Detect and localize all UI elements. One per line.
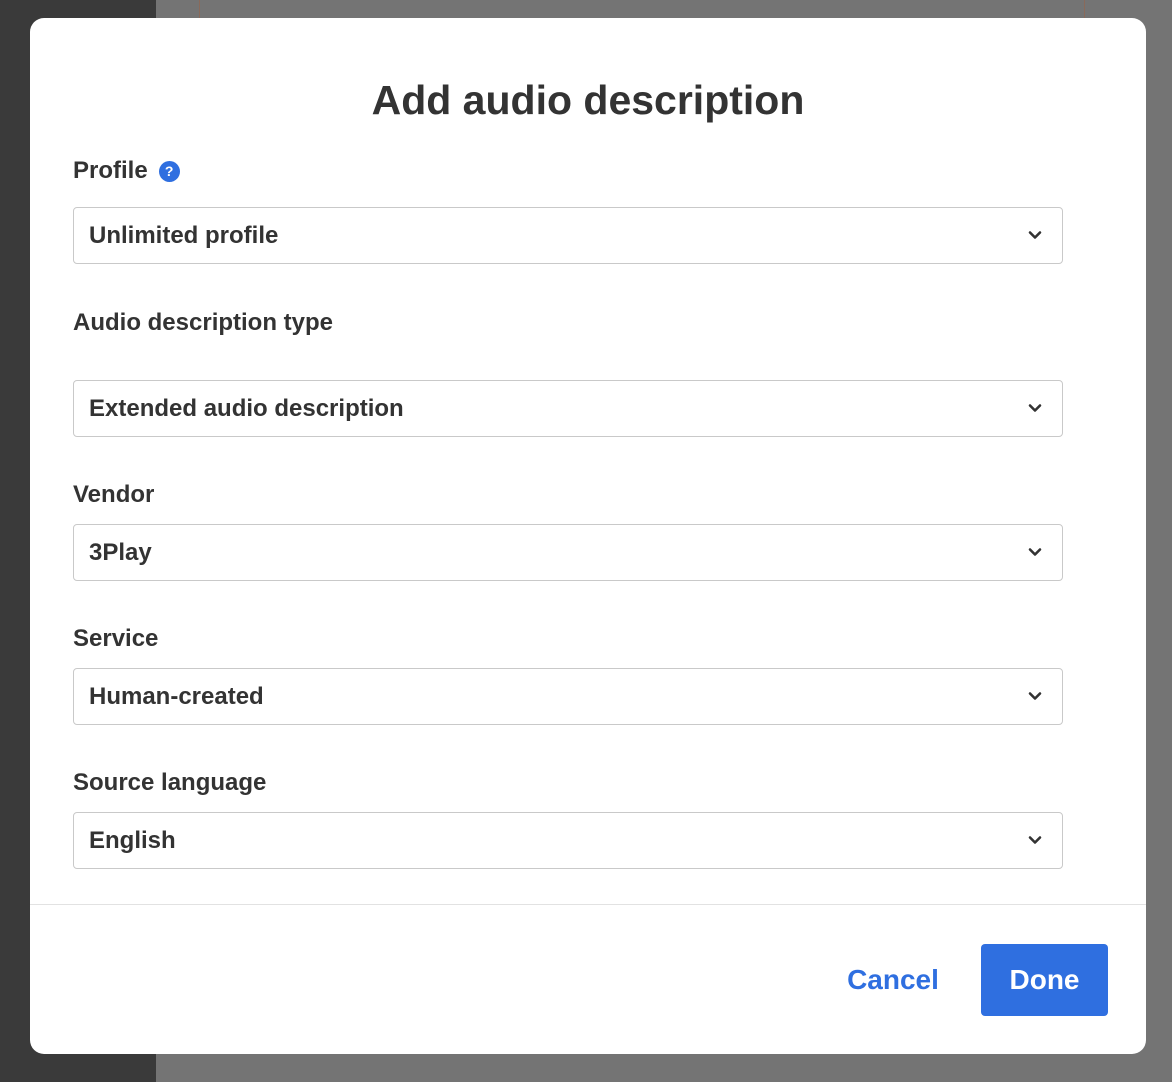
question-icon[interactable]: ? <box>158 160 180 182</box>
vendor-label: Vendor <box>73 481 155 508</box>
footer-divider <box>30 904 1146 905</box>
ad-type-select-value: Extended audio description <box>89 395 404 422</box>
service-select-value: Human-created <box>89 683 264 710</box>
service-label-row: Service <box>73 627 158 651</box>
background-panel-edge-left <box>199 0 200 20</box>
profile-select-value: Unlimited profile <box>89 222 279 249</box>
source-language-label-row: Source language <box>73 771 266 795</box>
ad-type-label-row: Audio description type <box>73 311 333 335</box>
background-panel-edge-right <box>1084 0 1085 20</box>
source-language-select[interactable]: English <box>73 812 1063 869</box>
ad-type-select[interactable]: Extended audio description <box>73 380 1063 437</box>
profile-label: Profile <box>73 157 148 184</box>
service-select[interactable]: Human-created <box>73 668 1063 725</box>
profile-label-row: Profile ? <box>73 159 180 183</box>
dialog-title: Add audio description <box>371 77 805 123</box>
chevron-down-icon <box>1028 404 1042 412</box>
add-audio-description-dialog: Add audio description Profile ? Unlimite… <box>30 18 1146 1054</box>
vendor-select[interactable]: 3Play <box>73 524 1063 581</box>
source-language-label: Source language <box>73 769 267 796</box>
profile-select[interactable]: Unlimited profile <box>73 207 1063 264</box>
chevron-down-icon <box>1028 836 1042 844</box>
chevron-down-icon <box>1028 692 1042 700</box>
service-label: Service <box>73 625 159 652</box>
chevron-down-icon <box>1028 231 1042 239</box>
chevron-down-icon <box>1028 548 1042 556</box>
source-language-select-value: English <box>89 827 176 854</box>
vendor-label-row: Vendor <box>73 483 154 507</box>
done-button[interactable]: Done <box>981 944 1108 1016</box>
vendor-select-value: 3Play <box>89 539 152 566</box>
ad-type-label: Audio description type <box>73 309 334 336</box>
cancel-button[interactable]: Cancel <box>830 944 956 1016</box>
